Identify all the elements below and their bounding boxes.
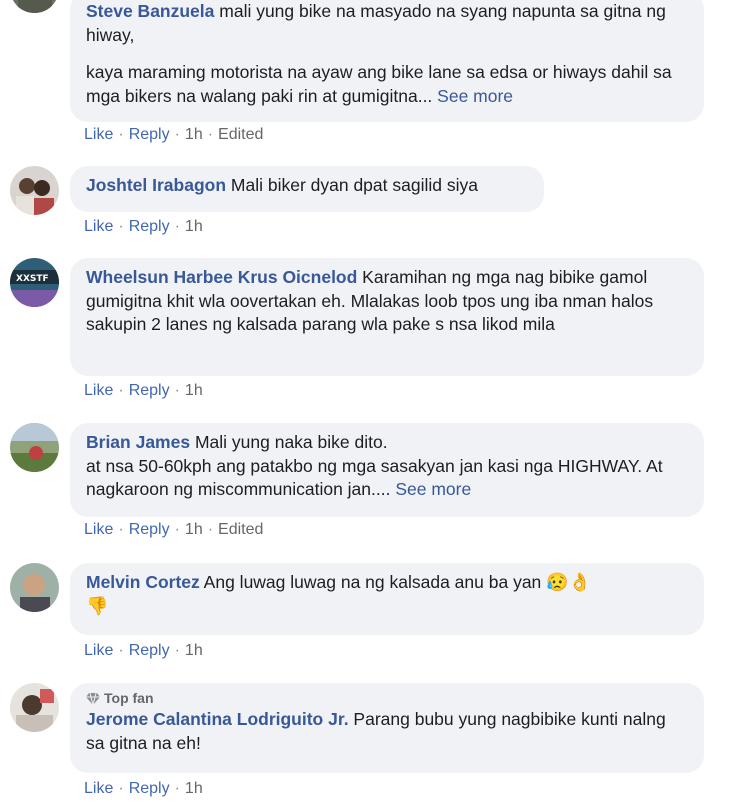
avatar[interactable]: XXSTF	[10, 258, 59, 307]
reply-button[interactable]: Reply	[129, 521, 170, 538]
avatar[interactable]	[10, 166, 59, 215]
diamond-icon	[86, 692, 100, 706]
reply-button[interactable]: Reply	[129, 780, 170, 797]
comment-actions: Like · Reply · 1h	[84, 642, 203, 659]
comment-timestamp[interactable]: 1h	[185, 218, 203, 235]
comment-timestamp[interactable]: 1h	[185, 780, 203, 797]
avatar[interactable]	[10, 0, 59, 13]
svg-text:XXSTF: XXSTF	[16, 274, 49, 284]
like-button[interactable]: Like	[84, 218, 113, 235]
comment-author[interactable]: Joshtel Irabagon	[86, 175, 226, 195]
comment-author[interactable]: Melvin Cortez	[86, 572, 200, 592]
reply-button[interactable]: Reply	[129, 126, 170, 143]
comment-bubble: Steve Banzuela mali yung bike na masyado…	[70, 0, 704, 122]
reply-button[interactable]: Reply	[129, 382, 170, 399]
comment-bubble: Brian James Mali yung naka bike dito. at…	[70, 423, 704, 517]
comment-text: Steve Banzuela mali yung bike na masyado…	[86, 1, 666, 45]
comment-text-continued: kaya maraming motorista na ayaw ang bike…	[86, 62, 672, 106]
edited-label[interactable]: Edited	[218, 126, 263, 143]
comment-text: Joshtel Irabagon Mali biker dyan dpat sa…	[86, 175, 478, 195]
comment-timestamp[interactable]: 1h	[185, 126, 203, 143]
like-button[interactable]: Like	[84, 126, 113, 143]
comment-bubble: Melvin Cortez Ang luwag luwag na ng kals…	[70, 563, 704, 635]
comment-actions: Like · Reply · 1h · Edited	[84, 521, 264, 538]
avatar[interactable]	[10, 423, 59, 472]
comment-author[interactable]: Brian James	[86, 432, 190, 452]
top-fan-badge: Top fan	[86, 689, 688, 707]
comment-actions: Like · Reply · 1h · Edited	[84, 126, 264, 143]
reply-button[interactable]: Reply	[129, 642, 170, 659]
comment-bubble: Joshtel Irabagon Mali biker dyan dpat sa…	[70, 166, 544, 212]
like-button[interactable]: Like	[84, 521, 113, 538]
reply-button[interactable]: Reply	[129, 218, 170, 235]
thumbs-down-emoji: 👎	[86, 595, 109, 616]
ok-hand-emoji: 👌	[568, 572, 592, 592]
like-button[interactable]: Like	[84, 382, 113, 399]
comment-text: Wheelsun Harbee Krus Oicnelod Karamihan …	[86, 267, 654, 334]
comment-author[interactable]: Wheelsun Harbee Krus Oicnelod	[86, 267, 357, 287]
comment-author[interactable]: Jerome Calantina Lodriguito Jr.	[86, 709, 349, 729]
comment-bubble: Wheelsun Harbee Krus Oicnelod Karamihan …	[70, 258, 704, 376]
comment-bubble: Top fan Jerome Calantina Lodriguito Jr. …	[70, 683, 704, 773]
see-more-link[interactable]: See more	[395, 479, 471, 499]
comment-text: Melvin Cortez Ang luwag luwag na ng kals…	[86, 572, 592, 616]
comment-timestamp[interactable]: 1h	[185, 382, 203, 399]
see-more-link[interactable]: See more	[437, 86, 513, 106]
sad-relieved-emoji: 😥	[546, 572, 569, 592]
comment-timestamp[interactable]: 1h	[185, 521, 203, 538]
comment-text: Jerome Calantina Lodriguito Jr. Parang b…	[86, 709, 666, 753]
avatar[interactable]	[10, 683, 59, 732]
comment-author[interactable]: Steve Banzuela	[86, 1, 214, 21]
like-button[interactable]: Like	[84, 642, 113, 659]
comment-actions: Like · Reply · 1h	[84, 218, 203, 235]
edited-label[interactable]: Edited	[218, 521, 263, 538]
comment-actions: Like · Reply · 1h	[84, 382, 203, 399]
avatar[interactable]	[10, 563, 59, 612]
comment-timestamp[interactable]: 1h	[185, 642, 203, 659]
like-button[interactable]: Like	[84, 780, 113, 797]
comment-text: Brian James Mali yung naka bike dito. at…	[86, 432, 663, 499]
comment-actions: Like · Reply · 1h	[84, 780, 203, 797]
